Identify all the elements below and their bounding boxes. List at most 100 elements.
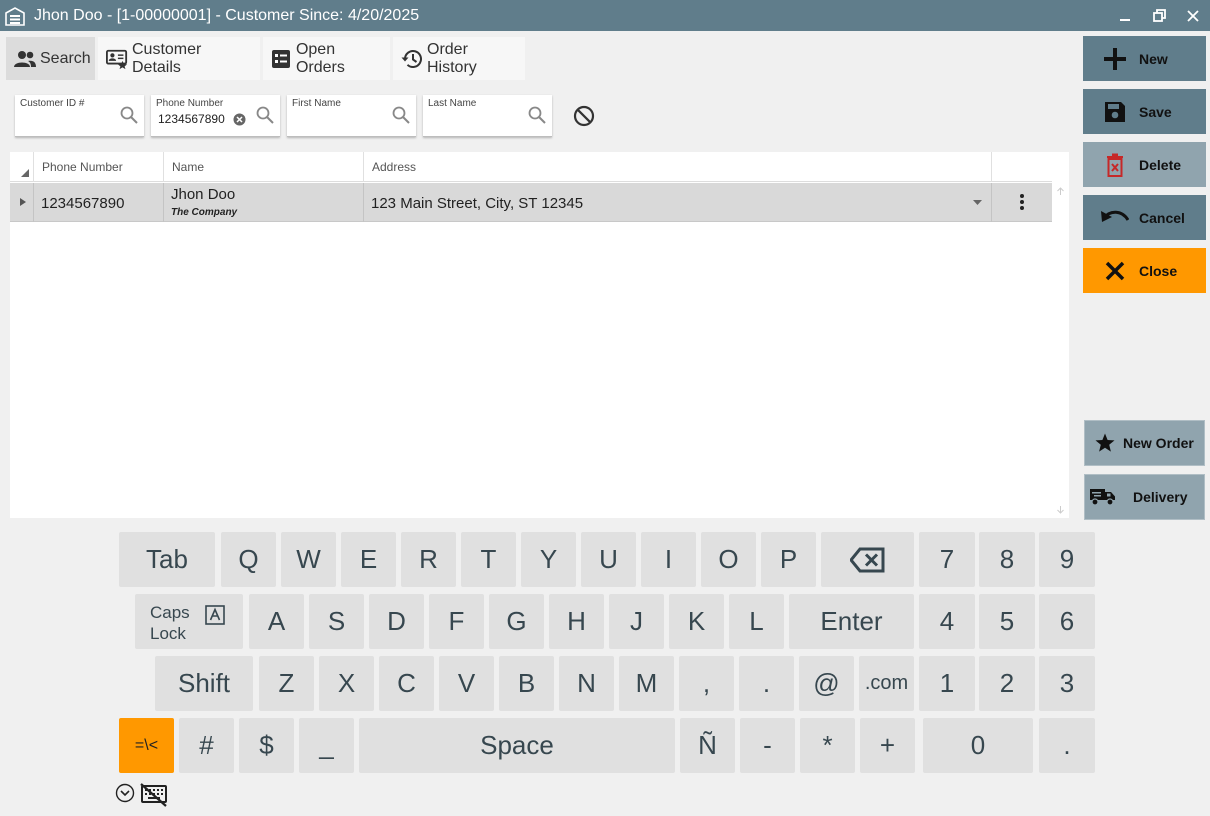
key-dotcom[interactable]: .com: [859, 656, 914, 711]
key-underscore[interactable]: _: [299, 718, 354, 773]
cell-name: Jhon Doo The Company: [163, 183, 363, 222]
delivery-label: Delivery: [1133, 489, 1188, 505]
first-name-field[interactable]: First Name: [287, 95, 416, 137]
key-tab[interactable]: Tab: [119, 532, 215, 587]
key-c[interactable]: C: [379, 656, 434, 711]
key-f[interactable]: F: [429, 594, 484, 649]
save-button[interactable]: Save: [1083, 89, 1206, 134]
clear-search-icon[interactable]: [573, 105, 595, 127]
keyboard-off-icon[interactable]: [140, 783, 168, 807]
key-shift[interactable]: Shift: [155, 656, 253, 711]
delete-button[interactable]: Delete: [1083, 142, 1206, 187]
table-row[interactable]: 1234567890 Jhon Doo The Company 123 Main…: [10, 183, 1052, 222]
key-2[interactable]: 2: [979, 656, 1035, 711]
key-period[interactable]: .: [739, 656, 794, 711]
key-w[interactable]: W: [281, 532, 336, 587]
key-v[interactable]: V: [439, 656, 494, 711]
tab-label: Open Orders: [295, 40, 345, 76]
key-b[interactable]: B: [499, 656, 554, 711]
list-icon: [271, 48, 292, 70]
key-asterisk[interactable]: *: [800, 718, 855, 773]
restore-button[interactable]: [1142, 0, 1176, 31]
key-m[interactable]: M: [619, 656, 674, 711]
key-minus[interactable]: -: [740, 718, 795, 773]
minimize-button[interactable]: [1108, 0, 1142, 31]
key-x[interactable]: X: [319, 656, 374, 711]
last-name-field[interactable]: Last Name: [423, 95, 552, 137]
clear-icon[interactable]: [233, 113, 246, 126]
search-icon[interactable]: [255, 105, 275, 125]
key-h[interactable]: H: [549, 594, 604, 649]
search-icon[interactable]: [527, 105, 547, 125]
phone-number-input[interactable]: 1234567890: [158, 112, 225, 126]
history-icon: [401, 48, 423, 70]
key-1[interactable]: 1: [919, 656, 975, 711]
close-window-button[interactable]: [1176, 0, 1210, 31]
key-at[interactable]: @: [799, 656, 854, 711]
customer-id-field[interactable]: Customer ID #: [15, 95, 144, 137]
key-6[interactable]: 6: [1039, 594, 1095, 649]
key-p[interactable]: P: [761, 532, 816, 587]
key-7[interactable]: 7: [919, 532, 975, 587]
save-label: Save: [1139, 103, 1172, 120]
key-z[interactable]: Z: [259, 656, 314, 711]
key-y[interactable]: Y: [521, 532, 576, 587]
key-o[interactable]: O: [701, 532, 756, 587]
key-l[interactable]: L: [729, 594, 784, 649]
plus-icon: [1101, 45, 1129, 73]
key-i[interactable]: I: [641, 532, 696, 587]
key-r[interactable]: R: [401, 532, 456, 587]
search-icon[interactable]: [119, 105, 139, 125]
key-comma[interactable]: ,: [679, 656, 734, 711]
key-t[interactable]: T: [461, 532, 516, 587]
new-button[interactable]: New: [1083, 36, 1206, 81]
key-g[interactable]: G: [489, 594, 544, 649]
column-header-phone[interactable]: Phone Number: [33, 152, 164, 182]
grid-scrollbar[interactable]: [1052, 183, 1069, 518]
key-j[interactable]: J: [609, 594, 664, 649]
key-e[interactable]: E: [341, 532, 396, 587]
tab-customer-details[interactable]: Customer Details: [98, 37, 260, 80]
tab-order-history[interactable]: Order History: [393, 37, 525, 80]
key-backspace[interactable]: [821, 532, 914, 587]
delivery-button[interactable]: Delivery: [1084, 474, 1205, 520]
key-0[interactable]: 0: [923, 718, 1033, 773]
search-icon[interactable]: [391, 105, 411, 125]
key-u[interactable]: U: [581, 532, 636, 587]
key-4[interactable]: 4: [919, 594, 975, 649]
more-vertical-icon[interactable]: [1020, 193, 1024, 211]
key-hash[interactable]: #: [179, 718, 234, 773]
phone-number-field[interactable]: Phone Number 1234567890: [151, 95, 280, 137]
caps-lock-icon: [205, 605, 225, 625]
key-caps-lock[interactable]: Caps Lock: [135, 594, 243, 649]
key-8[interactable]: 8: [979, 532, 1035, 587]
key-k[interactable]: K: [669, 594, 724, 649]
key-enter[interactable]: Enter: [789, 594, 914, 649]
collapse-keyboard-icon[interactable]: [115, 783, 135, 803]
key-3[interactable]: 3: [1039, 656, 1095, 711]
tab-search[interactable]: Search: [6, 37, 95, 80]
key-n[interactable]: N: [559, 656, 614, 711]
key-s[interactable]: S: [309, 594, 364, 649]
close-button[interactable]: Close: [1083, 248, 1206, 293]
expand-row-icon[interactable]: [19, 197, 27, 207]
key-5[interactable]: 5: [979, 594, 1035, 649]
key-a[interactable]: A: [249, 594, 304, 649]
key-n-tilde[interactable]: Ñ: [680, 718, 735, 773]
key-d[interactable]: D: [369, 594, 424, 649]
key-dollar[interactable]: $: [239, 718, 294, 773]
new-order-button[interactable]: New Order: [1084, 420, 1205, 466]
column-header-name[interactable]: Name: [163, 152, 363, 182]
key-symbols-toggle[interactable]: =\<: [119, 718, 174, 773]
key-decimal[interactable]: .: [1039, 718, 1095, 773]
cancel-button[interactable]: Cancel: [1083, 195, 1206, 240]
tab-open-orders[interactable]: Open Orders: [263, 37, 390, 80]
scroll-down-icon[interactable]: [1056, 505, 1065, 514]
scroll-up-icon[interactable]: [1056, 187, 1065, 196]
column-header-address[interactable]: Address: [363, 152, 991, 182]
key-space[interactable]: Space: [359, 718, 675, 773]
chevron-down-icon[interactable]: [973, 200, 982, 206]
key-9[interactable]: 9: [1039, 532, 1095, 587]
key-plus[interactable]: +: [860, 718, 915, 773]
key-q[interactable]: Q: [221, 532, 276, 587]
